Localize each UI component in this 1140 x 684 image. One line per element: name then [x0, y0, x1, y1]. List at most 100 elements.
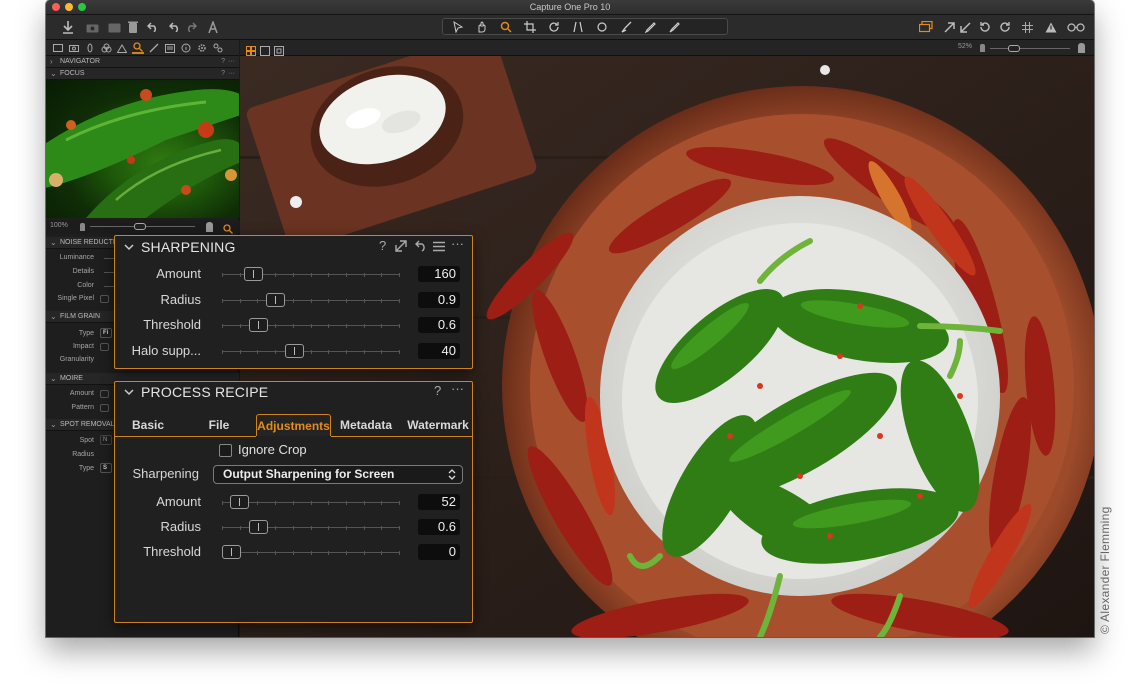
spot-tool[interactable] [591, 20, 613, 34]
threshold-value-field[interactable]: 0 [418, 544, 460, 560]
halo-supp-slider[interactable] [222, 343, 400, 358]
halo-supp-value-field[interactable]: 40 [418, 342, 460, 359]
tab-exposure[interactable] [116, 42, 128, 54]
viewer-zoom-slider[interactable] [990, 45, 1070, 52]
moire-amount-value[interactable] [100, 390, 109, 398]
tab-underline-left [115, 436, 256, 437]
chevron-down-icon[interactable] [123, 242, 135, 252]
radius-slider[interactable] [222, 520, 400, 534]
grid-button[interactable] [1020, 17, 1034, 37]
threshold-slider[interactable] [222, 545, 400, 559]
noise-color-slider[interactable] [104, 286, 114, 287]
help-icon[interactable]: ? [434, 383, 441, 398]
help-icon[interactable]: ? [379, 238, 386, 253]
radius-value-field[interactable]: 0.6 [418, 519, 460, 535]
proof-button[interactable] [1066, 17, 1086, 37]
keystone-tool[interactable] [567, 20, 589, 34]
tab-details[interactable] [132, 42, 144, 54]
crop-tool[interactable] [519, 20, 541, 34]
import-button[interactable] [60, 17, 76, 37]
tab-output[interactable] [164, 42, 176, 54]
moire-pattern-value[interactable] [100, 404, 109, 412]
slider-tick [239, 349, 241, 354]
help-icon[interactable]: ? [221, 56, 225, 68]
tab-adjustments[interactable]: Adjustments [256, 414, 331, 436]
threshold-slider-handle[interactable] [248, 318, 268, 332]
focus-preview[interactable] [46, 80, 239, 218]
tab-adjustments[interactable] [196, 42, 208, 54]
rotate-tool[interactable] [543, 20, 565, 34]
expand-icon[interactable] [395, 240, 407, 255]
single-pixel-checkbox[interactable] [100, 295, 109, 303]
amount-slider-handle[interactable] [244, 267, 264, 281]
amount-slider[interactable] [222, 495, 400, 509]
tab-local-adjustments[interactable] [148, 42, 160, 54]
spot-select[interactable]: N [100, 435, 112, 445]
amount-slider-handle[interactable] [229, 495, 249, 509]
focus-header[interactable]: ⌄ FOCUS ? ··· [46, 68, 239, 80]
threshold-value-field[interactable]: 0.6 [418, 317, 460, 333]
brush-tool[interactable] [615, 20, 637, 34]
radius-slider-handle[interactable] [266, 292, 286, 307]
focus-slider-handle[interactable] [134, 223, 146, 230]
amount-value-field[interactable]: 52 [418, 494, 460, 510]
threshold-slider[interactable] [222, 318, 400, 332]
camera-button[interactable] [84, 17, 100, 37]
radius-value-field[interactable]: 0.9 [418, 291, 460, 308]
tab-basic[interactable]: Basic [121, 414, 175, 436]
redo-button[interactable] [184, 17, 198, 37]
pan-tool[interactable] [471, 20, 493, 34]
copy-adjustments-button[interactable] [942, 17, 956, 37]
slider-tick [381, 501, 383, 505]
picker-tool[interactable] [639, 20, 661, 34]
more-icon[interactable]: ··· [451, 381, 464, 396]
annotate-tool[interactable] [663, 20, 685, 34]
film-impact-value[interactable] [100, 343, 109, 351]
select-tool[interactable] [447, 20, 469, 34]
radius-slider[interactable] [222, 292, 400, 307]
lens-icon [87, 43, 93, 53]
threshold-slider-handle[interactable] [222, 545, 241, 559]
slider-tick [222, 324, 223, 328]
more-icon[interactable]: ··· [228, 68, 235, 80]
rotate-right-icon [1000, 22, 1010, 32]
navigator-header[interactable]: › NAVIGATOR ? ··· [46, 56, 239, 68]
threshold-label: Threshold [143, 544, 201, 559]
tab-metadata[interactable] [180, 42, 192, 54]
reset-button[interactable] [978, 17, 992, 37]
viewer-zoom-handle[interactable] [1008, 45, 1020, 52]
tab-library[interactable] [52, 42, 64, 54]
chevron-down-icon: ⌄ [50, 69, 57, 78]
tab-batch[interactable] [212, 42, 224, 54]
tab-capture[interactable] [68, 42, 80, 54]
ignore-crop-checkbox[interactable] [219, 444, 232, 457]
apply-adjustments-button[interactable] [958, 17, 972, 37]
presets-icon[interactable] [433, 240, 445, 255]
tab-metadata[interactable]: Metadata [336, 414, 396, 436]
tab-file[interactable]: File [191, 414, 247, 436]
focus-zoom-slider[interactable] [90, 223, 195, 230]
help-icon[interactable]: ? [221, 68, 225, 80]
tab-watermark[interactable]: Watermark [405, 414, 471, 436]
amount-slider[interactable] [222, 267, 400, 281]
rotate-right-button[interactable] [998, 17, 1012, 37]
text-tool-button[interactable] [206, 17, 220, 37]
tab-lens[interactable] [84, 42, 96, 54]
radius-slider-handle[interactable] [248, 520, 268, 534]
amount-value-field[interactable]: 160 [418, 266, 460, 282]
undo-button[interactable] [146, 17, 160, 37]
delete-button[interactable] [126, 17, 140, 37]
more-icon[interactable]: ··· [451, 236, 464, 251]
reset-icon[interactable] [415, 240, 427, 255]
tab-color[interactable] [100, 42, 112, 54]
chevron-down-icon[interactable] [123, 387, 135, 397]
move-button[interactable] [106, 17, 122, 37]
undo-step-button[interactable] [168, 17, 182, 37]
variants-button[interactable] [918, 17, 934, 37]
exposure-warning-button[interactable] [1044, 17, 1058, 37]
zoom-tool[interactable] [495, 20, 517, 34]
halo-supp-slider-handle[interactable] [285, 343, 305, 358]
sharpening-mode-select[interactable]: Output Sharpening for Screen [213, 465, 463, 484]
more-icon[interactable]: ··· [228, 56, 235, 68]
noise-luminance-slider[interactable] [104, 258, 114, 259]
